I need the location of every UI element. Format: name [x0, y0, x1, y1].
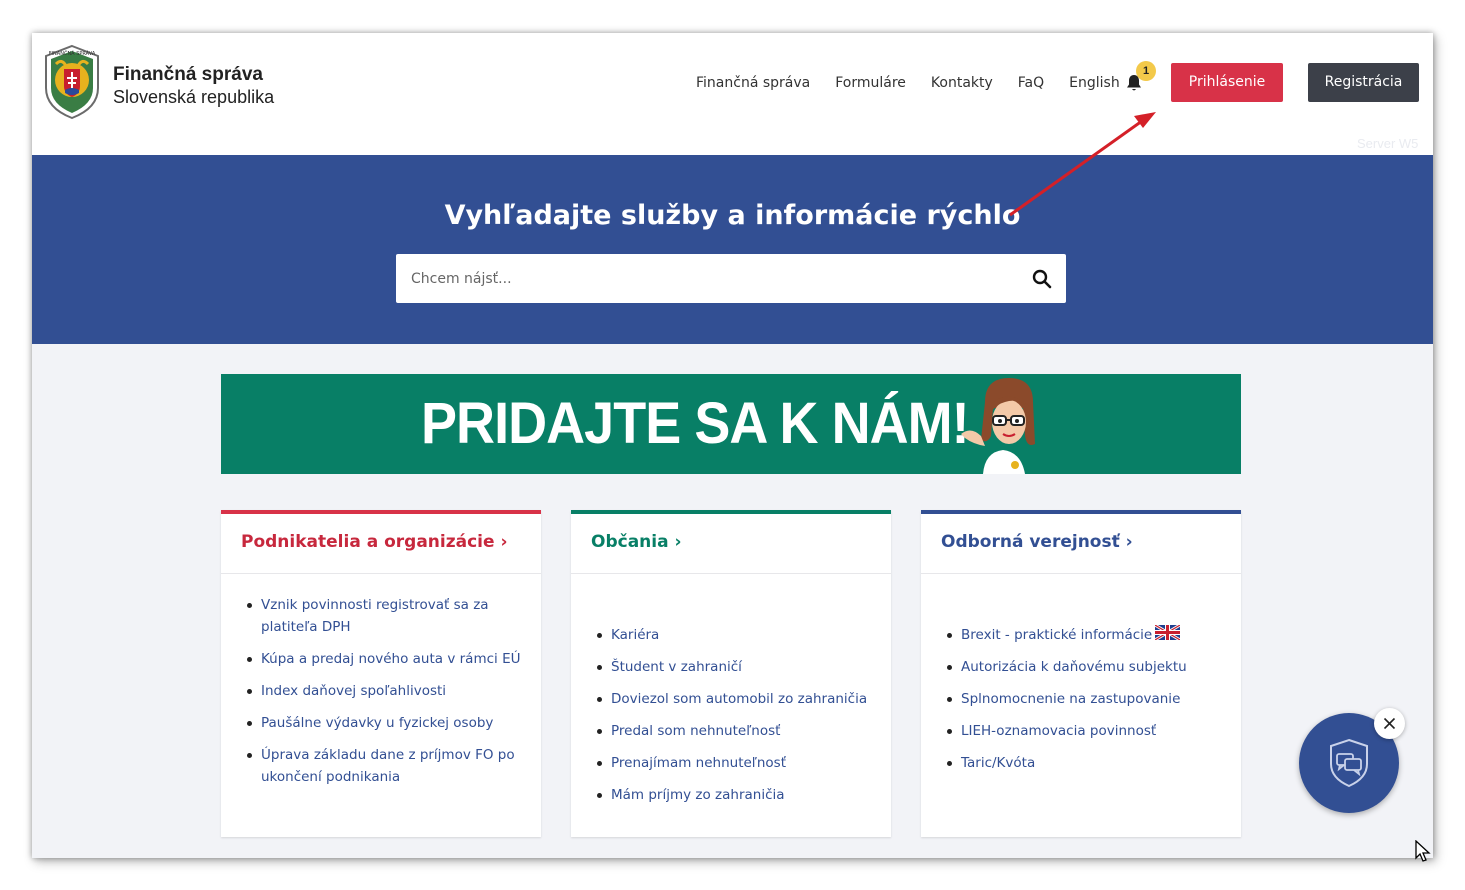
svg-text:FINANČNÁ SPRÁVA: FINANČNÁ SPRÁVA [49, 50, 96, 57]
mascot-illustration-icon [961, 378, 1035, 474]
login-button[interactable]: Prihlásenie [1171, 63, 1283, 102]
brand-name[interactable]: Finančná správa Slovenská republika [113, 63, 274, 108]
close-icon [1383, 717, 1396, 730]
list-item[interactable]: Vznik povinnosti registrovať sa za plati… [247, 594, 521, 638]
card-odborna-verejnost: Odborná verejnosť › Brexit - praktické i… [921, 510, 1241, 837]
list-item-label: Brexit - praktické informácie [961, 627, 1153, 643]
list-item[interactable]: Taric/Kvóta [947, 752, 1221, 774]
list-item[interactable]: Študent v zahraničí [597, 656, 871, 678]
chat-shield-icon [1330, 738, 1368, 788]
list-item[interactable]: Úprava základu dane z príjmov FO po ukon… [247, 744, 521, 788]
list-item[interactable]: Splnomocnenie na zastupovanie [947, 688, 1221, 710]
list-item[interactable]: Predal som nehnuteľnosť [597, 720, 871, 742]
server-label: Server W5 [1357, 136, 1419, 151]
list-item[interactable]: Index daňovej spoľahlivosti [247, 680, 521, 702]
mouse-pointer-icon [1415, 840, 1431, 862]
uk-flag-icon [1155, 625, 1181, 640]
list-item-brexit[interactable]: Brexit - praktické informácie [947, 624, 1221, 646]
search-icon[interactable] [1032, 269, 1052, 289]
main-nav: Finančná správa Formuláre Kontakty FaQ E… [696, 73, 1145, 93]
list-item[interactable]: Kariéra [597, 624, 871, 646]
nav-faq[interactable]: FaQ [1018, 73, 1044, 93]
nav-financna-sprava[interactable]: Finančná správa [696, 73, 810, 93]
search-box [396, 254, 1066, 303]
link-list: Kariéra Študent v zahraničí Doviezol som… [571, 574, 891, 806]
nav-kontakty[interactable]: Kontakty [931, 73, 993, 93]
brand-line1: Finančná správa [113, 64, 263, 85]
site-header: FINANČNÁ SPRÁVA Finančná správa Slovensk… [32, 33, 1433, 155]
list-item[interactable]: Prenajímam nehnuteľnosť [597, 752, 871, 774]
hero-title: Vyhľadajte služby a informácie rýchlo [444, 200, 1021, 231]
career-banner[interactable]: PRIDAJTE SA K NÁM! [221, 374, 1241, 474]
search-input[interactable] [396, 254, 996, 303]
nav-english[interactable]: English [1069, 73, 1120, 93]
banner-text: PRIDAJTE SA K NÁM! [421, 391, 970, 456]
brand-line2: Slovenská republika [113, 87, 275, 107]
list-item[interactable]: Mám príjmy zo zahraničia [597, 784, 871, 806]
card-podnikatelia: Podnikatelia a organizácie › Vznik povin… [221, 510, 541, 837]
list-item[interactable]: LIEH-oznamovacia povinnosť [947, 720, 1221, 742]
list-item[interactable]: Kúpa a predaj nového auta v rámci EÚ [247, 648, 521, 670]
card-obcania: Občania › Kariéra Študent v zahraničí Do… [571, 510, 891, 837]
card-title-podnikatelia[interactable]: Podnikatelia a organizácie › [221, 514, 541, 574]
link-list: Vznik povinnosti registrovať sa za plati… [221, 574, 541, 788]
card-title-obcania[interactable]: Občania › [571, 514, 891, 574]
register-button[interactable]: Registrácia [1308, 63, 1419, 102]
financna-sprava-emblem-icon[interactable]: FINANČNÁ SPRÁVA [42, 44, 102, 120]
list-item[interactable]: Autorizácia k daňovému subjektu [947, 656, 1221, 678]
card-title-odborna-verejnost[interactable]: Odborná verejnosť › [921, 514, 1241, 574]
nav-formulare[interactable]: Formuláre [835, 73, 906, 93]
chat-close-button[interactable] [1374, 708, 1405, 739]
link-list: Brexit - praktické informácie Autorizáci… [921, 574, 1241, 774]
notification-badge: 1 [1136, 61, 1156, 81]
list-item[interactable]: Paušálne výdavky u fyzickej osoby [247, 712, 521, 734]
search-hero: Vyhľadajte služby a informácie rýchlo [32, 155, 1433, 344]
list-item[interactable]: Doviezol som automobil zo zahraničia [597, 688, 871, 710]
browser-window: FINANČNÁ SPRÁVA Finančná správa Slovensk… [32, 33, 1433, 858]
